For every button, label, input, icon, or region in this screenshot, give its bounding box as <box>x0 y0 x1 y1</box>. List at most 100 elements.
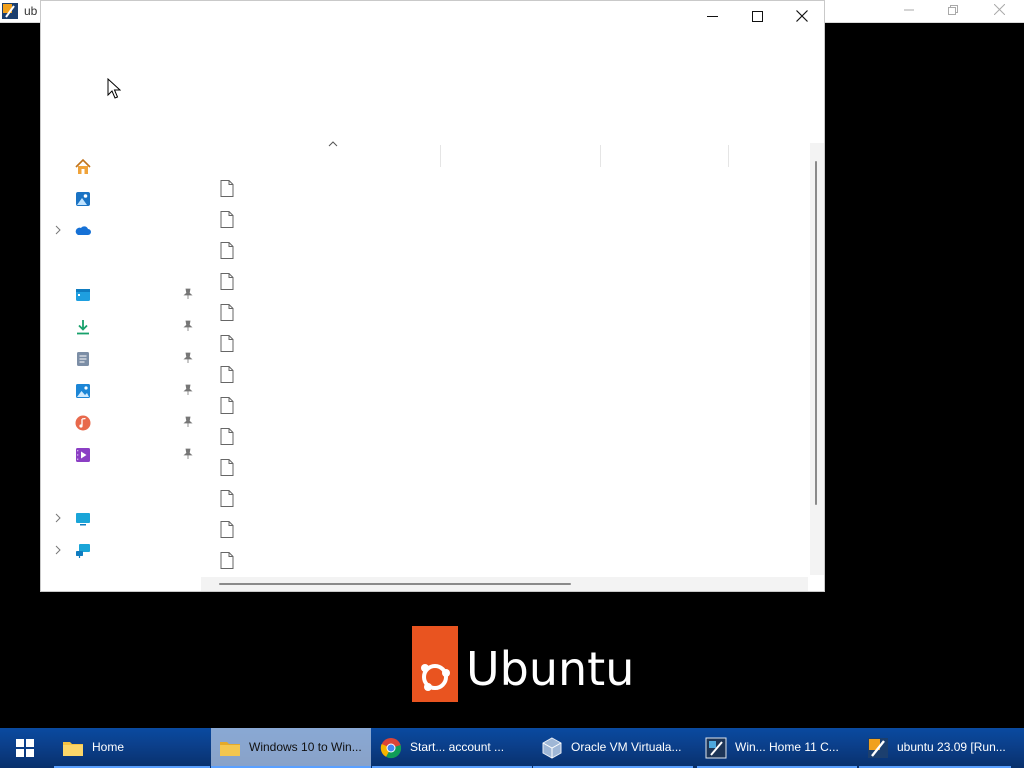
minimize-icon <box>706 15 718 17</box>
file-icon <box>220 273 234 290</box>
chevron-right-icon[interactable] <box>53 544 63 556</box>
mouse-cursor-icon <box>107 78 121 99</box>
vbox-window-title: ub <box>24 4 38 18</box>
taskbar-item-ubuntu-vm[interactable]: ubuntu 23.09 [Run... <box>859 728 1011 768</box>
maximize-button[interactable] <box>734 1 780 31</box>
taskbar-item-windows-folder[interactable]: Windows 10 to Win... <box>211 728 371 768</box>
pin-icon[interactable] <box>182 320 194 332</box>
file-row[interactable] <box>211 328 811 359</box>
navigation-pane <box>41 141 201 581</box>
taskbar-item-chrome[interactable]: Start... account ... <box>372 728 532 768</box>
nav-item-music[interactable] <box>41 407 201 437</box>
file-explorer-window <box>40 0 825 592</box>
file-row[interactable] <box>211 204 811 235</box>
nav-item-this-pc[interactable] <box>41 503 201 533</box>
column-divider[interactable] <box>600 145 601 167</box>
nav-item-documents[interactable] <box>41 343 201 373</box>
taskbar: Home Windows 10 to Win... Start... accou… <box>0 728 1024 768</box>
column-divider[interactable] <box>728 145 729 167</box>
pin-icon[interactable] <box>182 384 194 396</box>
this-pc-icon <box>76 513 90 526</box>
chrome-icon <box>380 738 402 759</box>
close-icon <box>993 3 1005 16</box>
file-icon <box>220 304 234 321</box>
file-icon <box>220 459 234 476</box>
vertical-scroll-thumb[interactable] <box>815 161 817 505</box>
virtualbox-icon <box>542 737 562 759</box>
file-row[interactable] <box>211 421 811 452</box>
vbox-restore-button[interactable] <box>930 0 976 22</box>
nav-item-videos[interactable] <box>41 439 201 469</box>
file-icon <box>220 521 234 538</box>
taskbar-item-label: Start... account ... <box>410 740 505 754</box>
nav-item-network[interactable] <box>41 535 201 565</box>
pin-icon[interactable] <box>182 416 194 428</box>
pin-icon[interactable] <box>182 448 194 460</box>
nav-item-gallery[interactable] <box>41 183 201 213</box>
taskbar-item-label: Win... Home 11 C... <box>735 740 839 754</box>
chevron-right-icon[interactable] <box>53 512 63 524</box>
taskbar-item-label: Oracle VM Virtuala... <box>571 740 682 754</box>
file-row[interactable] <box>211 173 811 204</box>
file-row[interactable] <box>211 297 811 328</box>
vbox-close-button[interactable] <box>976 0 1022 22</box>
horizontal-scroll-thumb[interactable] <box>219 583 571 585</box>
file-icon <box>220 242 234 259</box>
horizontal-scrollbar[interactable] <box>201 577 808 591</box>
pin-icon[interactable] <box>182 288 194 300</box>
network-icon <box>76 544 90 558</box>
file-row[interactable] <box>211 545 811 576</box>
sort-ascending-icon[interactable] <box>328 139 338 149</box>
ubuntu-wordmark: Ubuntu <box>466 642 635 696</box>
file-icon <box>220 211 234 228</box>
home-icon <box>75 158 91 174</box>
column-divider[interactable] <box>440 145 441 167</box>
taskbar-item-home[interactable]: Home <box>54 728 210 768</box>
taskbar-item-label: ubuntu 23.09 [Run... <box>897 740 1006 754</box>
file-row[interactable] <box>211 452 811 483</box>
documents-icon <box>77 352 89 366</box>
folder-icon <box>220 742 240 756</box>
file-icon <box>220 335 234 352</box>
nav-item-downloads[interactable] <box>41 311 201 341</box>
vm-icon <box>705 737 727 759</box>
taskbar-item-virtualbox[interactable]: Oracle VM Virtuala... <box>533 728 693 768</box>
vbox-minimize-button[interactable] <box>886 0 932 22</box>
nav-item-desktop[interactable] <box>41 279 201 309</box>
maximize-icon <box>751 10 763 22</box>
ubuntu-logo <box>412 626 458 702</box>
start-button[interactable] <box>0 728 50 768</box>
file-icon <box>220 397 234 414</box>
file-row[interactable] <box>211 390 811 421</box>
taskbar-item-windows-vm[interactable]: Win... Home 11 C... <box>697 728 857 768</box>
file-row[interactable] <box>211 235 811 266</box>
taskbar-item-label: Home <box>92 740 125 754</box>
file-icon <box>220 366 234 383</box>
file-row[interactable] <box>211 514 811 545</box>
pictures-icon <box>76 384 90 398</box>
windows-logo-icon <box>16 739 34 757</box>
nav-item-pictures[interactable] <box>41 375 201 405</box>
virtualbox-icon <box>2 3 18 19</box>
minimize-button[interactable] <box>689 1 735 31</box>
restore-icon <box>948 5 958 15</box>
taskbar-item-label: Windows 10 to Win... <box>249 740 362 754</box>
close-button[interactable] <box>779 1 825 31</box>
file-icon <box>220 428 234 445</box>
file-row[interactable] <box>211 266 811 297</box>
desktop-folder-icon <box>76 289 90 301</box>
nav-item-onedrive[interactable] <box>41 215 201 245</box>
pin-icon[interactable] <box>182 352 194 364</box>
gallery-icon <box>76 192 90 206</box>
file-icon <box>220 490 234 507</box>
file-row[interactable] <box>211 359 811 390</box>
file-row[interactable] <box>211 483 811 514</box>
downloads-icon <box>77 320 89 335</box>
vertical-scrollbar[interactable] <box>810 143 824 575</box>
music-icon <box>75 415 91 431</box>
onedrive-icon <box>75 226 91 235</box>
chevron-right-icon[interactable] <box>53 224 63 236</box>
nav-item-home[interactable] <box>41 151 201 181</box>
file-explorer-icon <box>63 742 83 756</box>
ubuntu-circle-of-friends-icon <box>421 664 450 691</box>
